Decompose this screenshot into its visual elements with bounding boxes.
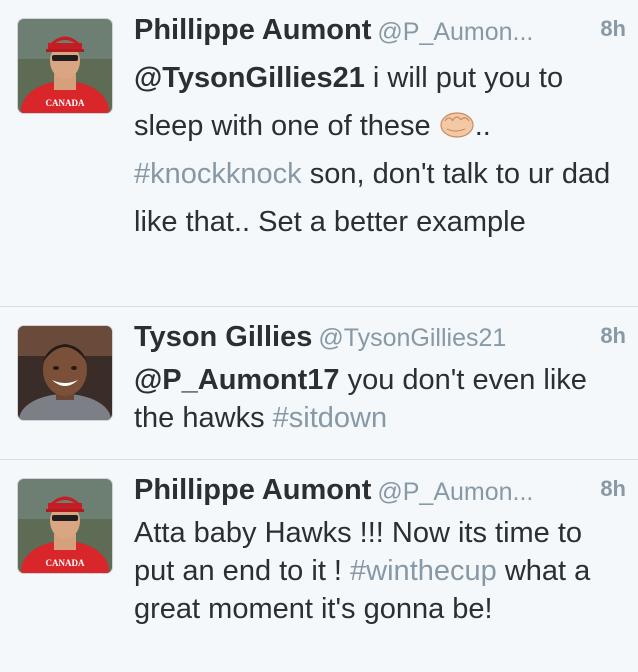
avatar[interactable]: CANADA <box>18 479 112 573</box>
tweet-item[interactable]: CANADA Phillippe Aumont @P_Aumon... 8h At… <box>0 460 638 672</box>
author-name[interactable]: Phillippe Aumont <box>134 14 371 46</box>
hashtag-link[interactable]: #knockknock <box>134 158 302 190</box>
tweet-header: Tyson Gillies @TysonGillies21 8h <box>134 321 626 361</box>
tweet-timestamp: 8h <box>600 16 626 41</box>
tweet-item[interactable]: Tyson Gillies @TysonGillies21 8h @P_Aumon… <box>0 307 638 460</box>
tweet-text-part: .. <box>474 110 491 142</box>
avatar-image: CANADA <box>18 479 112 573</box>
author-handle[interactable]: @TysonGillies21 <box>318 324 506 352</box>
tweet-header: Phillippe Aumont @P_Aumon... 8h <box>134 14 626 54</box>
tweet-text: @P_Aumont17 you don't even like the hawk… <box>134 361 624 437</box>
tweet-timestamp: 8h <box>600 323 626 348</box>
author-name[interactable]: Tyson Gillies <box>134 321 312 353</box>
tweet-header: Phillippe Aumont @P_Aumon... 8h <box>134 474 626 514</box>
hashtag-link[interactable]: #sitdown <box>273 402 387 434</box>
fist-emoji-icon <box>439 106 475 138</box>
avatar[interactable]: CANADA <box>18 19 112 113</box>
avatar-image <box>18 326 112 420</box>
avatar-jersey-text: CANADA <box>46 558 85 568</box>
avatar-image: CANADA <box>18 19 112 113</box>
author-handle[interactable]: @P_Aumon... <box>377 18 533 47</box>
avatar-jersey-text: CANADA <box>46 98 85 108</box>
author-handle[interactable]: @P_Aumon... <box>377 478 533 507</box>
mention-link[interactable]: @P_Aumont17 <box>134 364 340 396</box>
tweet-text: Atta baby Hawks !!! Now its time to put … <box>134 514 624 628</box>
mention-link[interactable]: @TysonGillies21 <box>134 62 365 94</box>
author-name[interactable]: Phillippe Aumont <box>134 474 371 506</box>
tweet-text: @TysonGillies21 i will put you to sleep … <box>134 54 624 246</box>
tweet-item[interactable]: CANADA Phillippe Aumont @P_Aumon... 8h @T… <box>0 0 638 307</box>
hashtag-link[interactable]: #winthecup <box>350 555 497 587</box>
tweet-feed: CANADA Phillippe Aumont @P_Aumon... 8h @T… <box>0 0 638 672</box>
tweet-timestamp: 8h <box>600 476 626 501</box>
avatar[interactable] <box>18 326 112 420</box>
